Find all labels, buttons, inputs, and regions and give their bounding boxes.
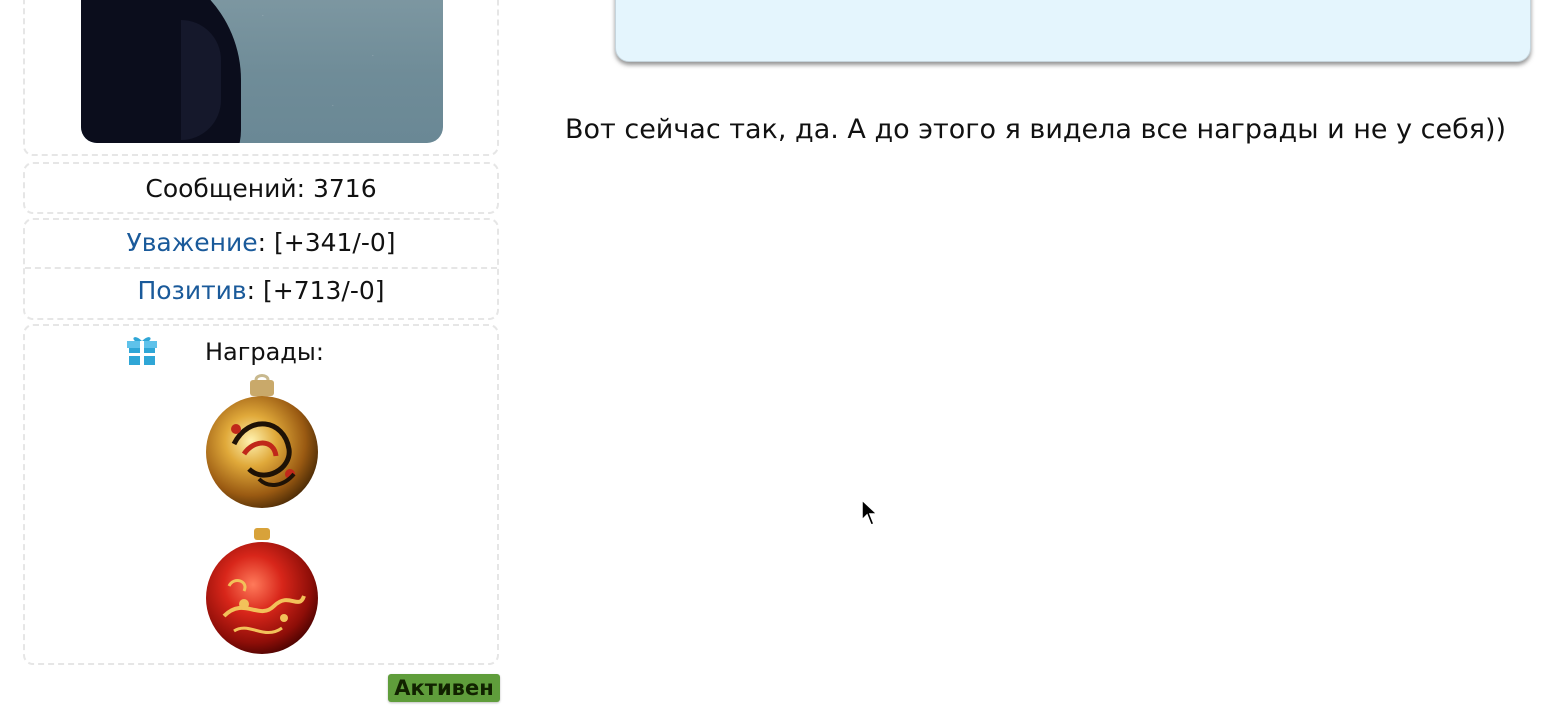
gold-ornament-award[interactable] xyxy=(204,374,320,510)
status-text: Активен xyxy=(394,676,494,700)
red-ornament-award[interactable] xyxy=(204,526,320,662)
awards-title: Награды: xyxy=(205,338,324,366)
status-badge: Активен xyxy=(388,674,500,702)
positive-link[interactable]: Позитив xyxy=(137,276,246,305)
mouse-cursor-icon xyxy=(861,498,879,526)
avatar-container: · · · xyxy=(23,0,499,156)
respect-link[interactable]: Уважение xyxy=(126,228,257,257)
avatar-watermark-mark: · xyxy=(258,10,267,20)
respect-value: : [+341/-0] xyxy=(257,228,396,257)
avatar-watermark-mark: · xyxy=(328,100,337,110)
reputation-box: Уважение: [+341/-0] Позитив: [+713/-0] xyxy=(23,218,499,320)
post-message: Вот сейчас так, да. А до этого я видела … xyxy=(565,114,1507,145)
post-count: Сообщений: 3716 xyxy=(23,162,499,214)
reputation-divider xyxy=(25,267,497,269)
respect-line: Уважение: [+341/-0] xyxy=(25,228,497,257)
positive-value: : [+713/-0] xyxy=(246,276,385,305)
forum-post: · · · Сообщений: 3716 Уважение: [+341/-0… xyxy=(0,0,1547,719)
gift-icon[interactable] xyxy=(127,334,157,366)
avatar-watermark-mark: · xyxy=(368,50,377,60)
post-count-text: Сообщений: 3716 xyxy=(145,173,377,203)
avatar[interactable]: · · · xyxy=(81,0,443,143)
awards-box: Награды: xyxy=(23,324,499,665)
positive-line: Позитив: [+713/-0] xyxy=(25,276,497,305)
quote-block xyxy=(615,0,1531,62)
